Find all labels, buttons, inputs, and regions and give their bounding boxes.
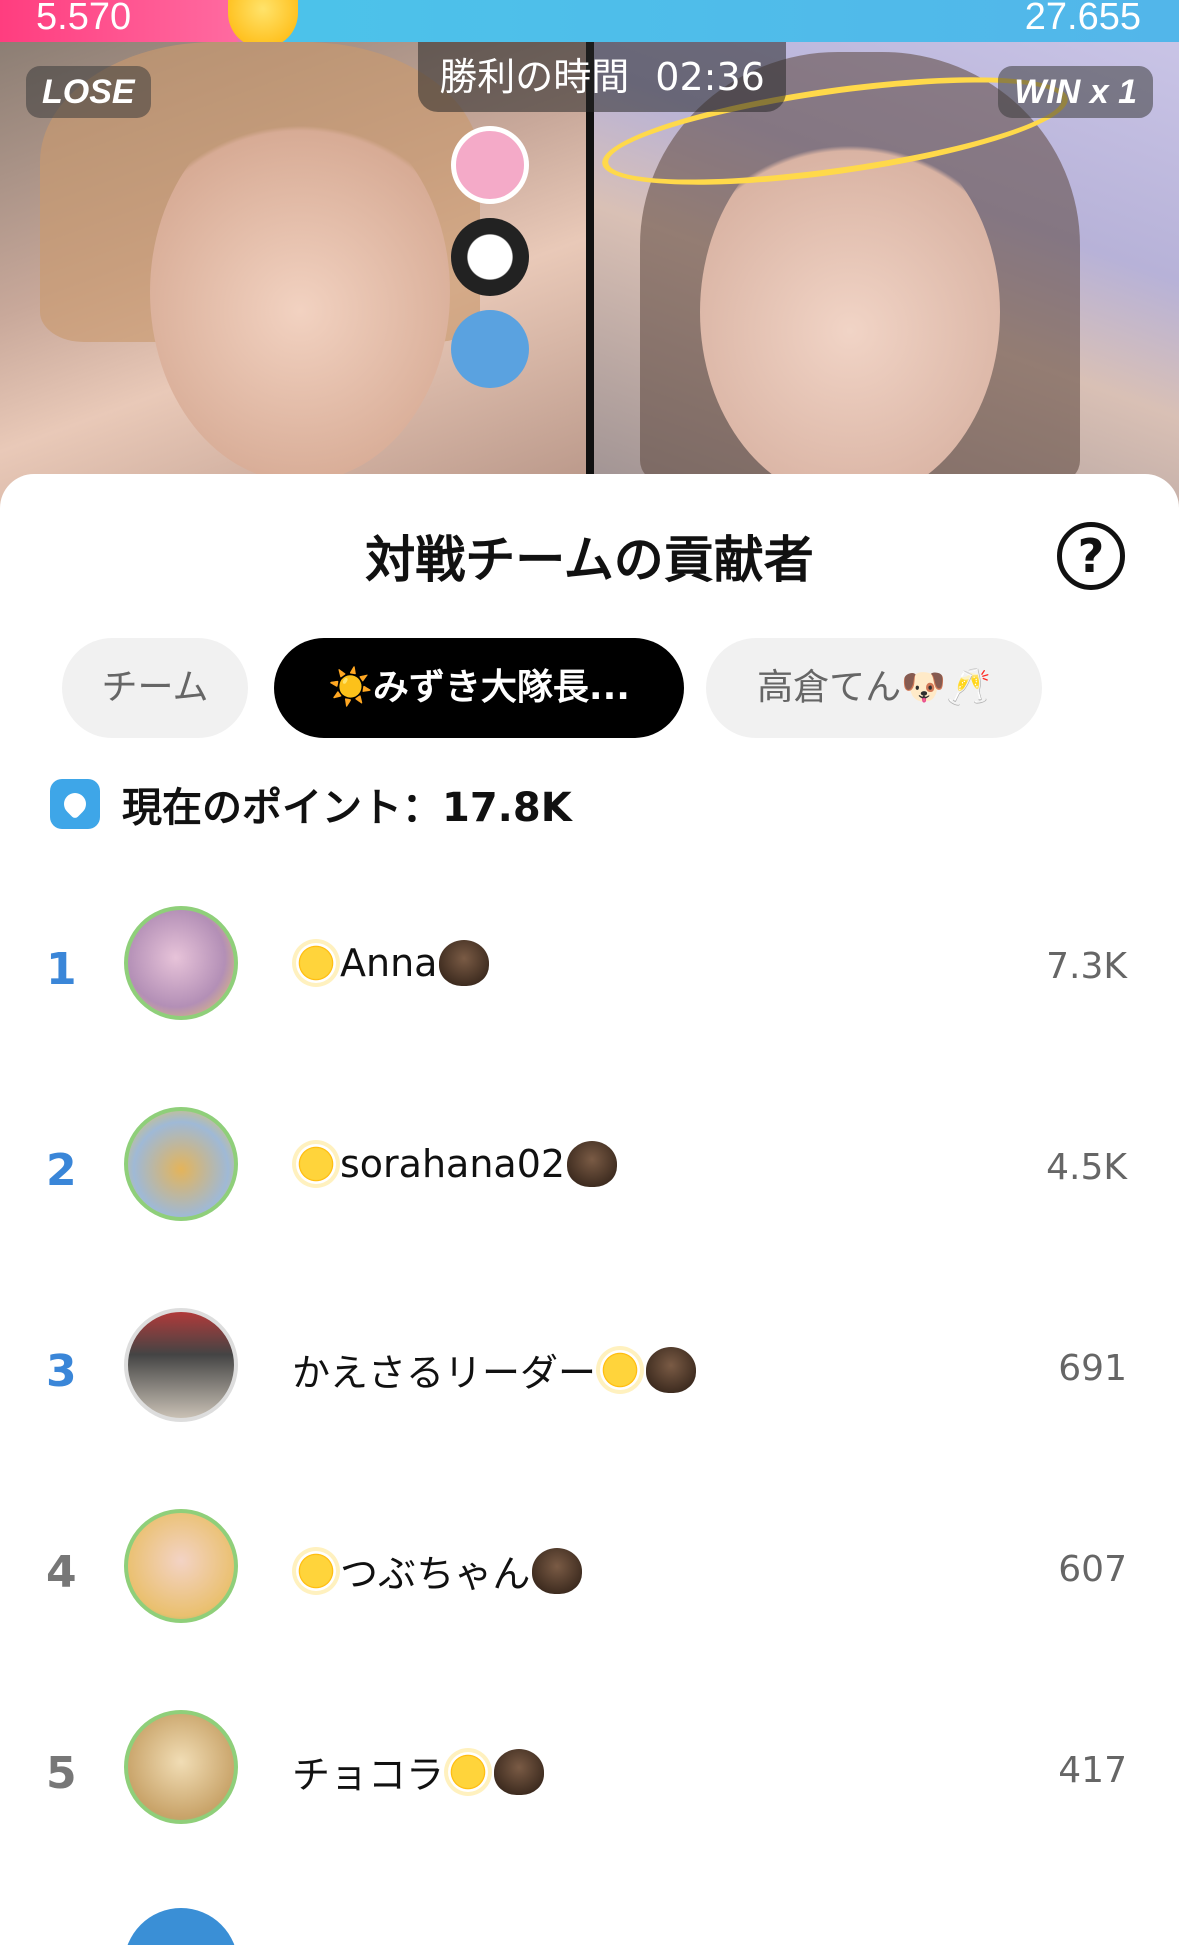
heart-points-icon — [50, 779, 100, 829]
list-item[interactable]: 2 sorahana02 4.5K — [0, 1107, 1179, 1308]
contributor-list: 1 Anna 7.3K 2 sorahana02 4.5K 3 かえさるリーダー — [0, 906, 1179, 1911]
avatar[interactable] — [124, 1710, 238, 1824]
username: sorahana02 — [340, 1142, 566, 1186]
contribution-score: 691 — [1058, 1348, 1127, 1389]
list-item[interactable]: 4 つぶちゃん 607 — [0, 1509, 1179, 1710]
username: Anna — [340, 941, 438, 985]
current-points: 現在のポイント：17.8K — [50, 774, 572, 834]
sloth-icon — [439, 940, 490, 986]
username: チョコラ — [292, 1753, 445, 1797]
tab-takakura[interactable]: 高倉てん🐶🥂 — [706, 638, 1042, 738]
contributors-sheet: 対戦チームの貢献者 ? チーム ☀️みずき大隊長... 高倉てん🐶🥂 現在のポイ… — [0, 474, 1179, 1945]
sun-icon — [448, 1751, 489, 1792]
victory-timer: 勝利の時間 02:36 — [418, 42, 786, 112]
sloth-icon — [567, 1141, 618, 1187]
list-item[interactable]: 1 Anna 7.3K — [0, 906, 1179, 1107]
rank-number: 3 — [46, 1346, 77, 1397]
list-item[interactable]: 5 チョコラ 417 — [0, 1710, 1179, 1911]
contribution-score: 417 — [1058, 1750, 1127, 1791]
lose-badge: LOSE — [26, 66, 151, 118]
points-label: 現在のポイント：17.8K — [122, 785, 572, 831]
avatar[interactable] — [124, 1308, 238, 1422]
fan-sticker-icon — [451, 310, 529, 388]
avatar[interactable] — [124, 1509, 238, 1623]
avatar[interactable] — [124, 1107, 238, 1221]
contribution-score: 4.5K — [1046, 1147, 1127, 1188]
crying-face-icon — [228, 0, 298, 48]
rank-number: 1 — [46, 944, 77, 995]
tab-team[interactable]: チーム — [62, 638, 248, 738]
sun-icon — [296, 943, 336, 983]
list-item[interactable]: 3 かえさるリーダー 691 — [0, 1308, 1179, 1509]
sloth-icon — [532, 1547, 583, 1594]
rank-number: 4 — [46, 1547, 77, 1598]
left-score: 5.570 — [36, 0, 132, 38]
right-score: 27.655 — [1024, 0, 1141, 38]
rank-number: 5 — [46, 1748, 77, 1799]
battle-score-bar: 5.570 27.655 — [0, 0, 1179, 48]
sticker-stack — [430, 112, 550, 512]
username: つぶちゃん — [340, 1552, 531, 1596]
tab-mizuki[interactable]: ☀️みずき大隊長... — [274, 638, 684, 738]
contribution-score: 607 — [1058, 1549, 1127, 1590]
contribution-score: 7.3K — [1046, 946, 1127, 987]
panda-sticker-icon — [451, 218, 529, 296]
sheet-title: 対戦チームの貢献者 — [365, 531, 814, 589]
camera-sticker-icon — [451, 126, 529, 204]
sun-icon — [600, 1349, 641, 1390]
help-icon[interactable]: ? — [1057, 522, 1125, 590]
sun-icon — [296, 1144, 336, 1184]
win-badge: WIN x 1 — [998, 66, 1153, 118]
sloth-icon — [646, 1346, 697, 1393]
sun-icon — [296, 1550, 336, 1591]
avatar[interactable] — [124, 906, 238, 1020]
username: かえさるリーダー — [292, 1351, 597, 1395]
sloth-icon — [494, 1748, 545, 1795]
rank-number: 2 — [46, 1145, 77, 1196]
